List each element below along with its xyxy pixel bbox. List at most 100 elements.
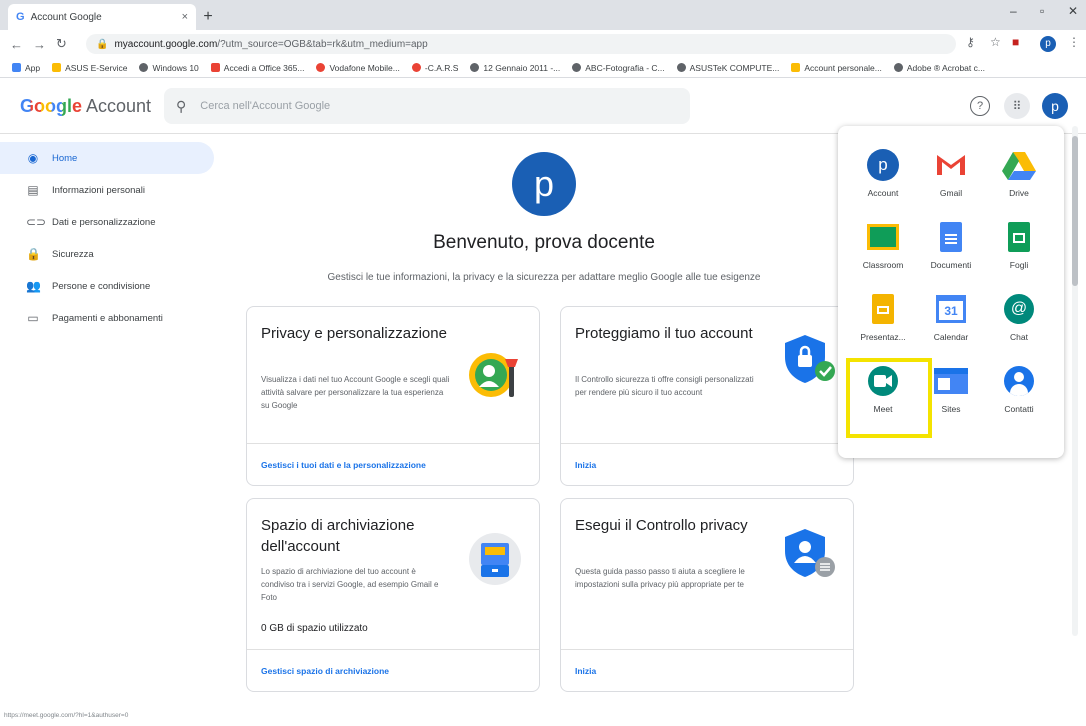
bookmark-item[interactable]: Vodafone Mobile... bbox=[316, 63, 400, 73]
id-card-icon: ▤ bbox=[27, 183, 39, 197]
bookmarks-bar: App ASUS E-Service Windows 10 Accedi a O… bbox=[0, 58, 1086, 78]
url-host: myaccount.google.com bbox=[114, 38, 218, 50]
card-body: Il Controllo sicurezza ti offre consigli… bbox=[575, 375, 754, 397]
app-label: Calendar bbox=[933, 332, 969, 342]
card-storage: Spazio di archiviazione dell'account Lo … bbox=[246, 498, 540, 692]
storage-used: 0 GB di spazio utilizzato bbox=[261, 623, 368, 634]
card-link[interactable]: Inizia bbox=[561, 649, 853, 691]
bookmark-item[interactable]: Windows 10 bbox=[139, 63, 199, 73]
star-icon[interactable]: ☆ bbox=[990, 35, 1001, 49]
sidebar-item-label: Sicurezza bbox=[52, 248, 94, 260]
bookmark-item[interactable]: -C.A.R.S bbox=[411, 63, 458, 73]
bookmark-item[interactable]: Adobe ® Acrobat c... bbox=[893, 63, 985, 73]
sidebar-item-home[interactable]: ◉ Home bbox=[0, 142, 214, 174]
sidebar-item-label: Home bbox=[52, 152, 78, 164]
bookmark-icon bbox=[411, 63, 421, 72]
card-body: Lo spazio di archiviazione del tuo accou… bbox=[261, 567, 439, 602]
close-window-button[interactable]: ✕ bbox=[1068, 4, 1078, 18]
card-body: Questa guida passo passo ti aiuta a sceg… bbox=[575, 567, 745, 589]
sites-icon bbox=[934, 364, 968, 398]
app-chat[interactable]: @ Chat bbox=[984, 284, 1054, 352]
bookmark-item[interactable]: Account personale... bbox=[791, 63, 882, 73]
bookmark-icon bbox=[893, 63, 903, 72]
bookmark-icon bbox=[676, 63, 686, 72]
bookmark-item[interactable]: 12 Gennaio 2011 -... bbox=[470, 63, 560, 73]
contacts-icon bbox=[1002, 364, 1036, 398]
app-account[interactable]: p Account bbox=[848, 140, 918, 208]
card-title: Privacy e personalizzazione bbox=[261, 325, 447, 342]
drive-icon bbox=[1002, 148, 1036, 182]
app-sheets[interactable]: Fogli bbox=[984, 212, 1054, 280]
profile-icon[interactable]: p bbox=[1040, 36, 1056, 52]
bookmark-item[interactable]: ABC-Fotografia - C... bbox=[572, 63, 665, 73]
key-icon[interactable]: ⚷ bbox=[966, 35, 975, 49]
sidebar-item-label: Informazioni personali bbox=[52, 184, 145, 196]
address-bar-row: ← → ↻ 🔒 myaccount.google.com /?utm_sourc… bbox=[0, 30, 1086, 58]
pdf-extension-icon[interactable]: ■ bbox=[1012, 35, 1019, 49]
bookmark-item[interactable]: ASUSTeK COMPUTE... bbox=[676, 63, 779, 73]
browser-tab-bar: G Account Google × + bbox=[0, 0, 1086, 30]
card-link[interactable]: Gestisci i tuoi dati e la personalizzazi… bbox=[247, 443, 539, 485]
app-docs[interactable]: Documenti bbox=[916, 212, 986, 280]
google-favicon-icon: G bbox=[16, 11, 25, 23]
maximize-button[interactable]: ▫ bbox=[1040, 4, 1044, 18]
url-field[interactable]: 🔒 myaccount.google.com /?utm_source=OGB&… bbox=[86, 34, 956, 54]
sidebar-item-data-personalization[interactable]: ⊂⊃ Dati e personalizzazione bbox=[0, 206, 214, 238]
app-calendar[interactable]: 31 Calendar bbox=[916, 284, 986, 352]
scrollbar-thumb[interactable] bbox=[1072, 136, 1078, 286]
shield-icon bbox=[779, 329, 839, 389]
status-bar-url: https://meet.google.com/?hl=1&authuser=0 bbox=[4, 712, 129, 719]
card-body: Visualizza i dati nel tuo Account Google… bbox=[261, 375, 450, 410]
card-link[interactable]: Inizia bbox=[561, 443, 853, 485]
back-icon[interactable]: ← bbox=[10, 37, 23, 52]
sidebar-item-personal-info[interactable]: ▤ Informazioni personali bbox=[0, 174, 214, 206]
calendar-icon: 31 bbox=[934, 292, 968, 326]
card-title: Proteggiamo il tuo account bbox=[575, 325, 753, 342]
minimize-button[interactable]: – bbox=[1010, 4, 1017, 18]
sheets-icon bbox=[1002, 220, 1036, 254]
bookmark-icon bbox=[139, 63, 149, 72]
bookmark-item[interactable]: ASUS E-Service bbox=[52, 63, 127, 73]
google-logo-text: Google bbox=[20, 96, 82, 116]
bookmark-icon bbox=[316, 63, 326, 72]
bookmark-icon bbox=[210, 63, 220, 72]
bookmark-item[interactable]: App bbox=[12, 63, 40, 73]
storage-illustration-icon bbox=[465, 529, 525, 589]
search-input[interactable]: ⚲ Cerca nell'Account Google bbox=[164, 88, 690, 124]
sidebar-nav: ◉ Home ▤ Informazioni personali ⊂⊃ Dati … bbox=[0, 142, 214, 334]
bookmark-icon bbox=[12, 63, 21, 72]
new-tab-button[interactable]: + bbox=[196, 4, 220, 30]
browser-tab[interactable]: G Account Google × bbox=[8, 4, 196, 30]
sidebar-item-payments[interactable]: ▭ Pagamenti e abbonamenti bbox=[0, 302, 214, 334]
app-contacts[interactable]: Contatti bbox=[984, 356, 1054, 424]
sidebar-item-people-sharing[interactable]: 👥 Persone e condivisione bbox=[0, 270, 214, 302]
browser-menu-icon[interactable]: ⋮ bbox=[1068, 35, 1080, 49]
app-label: Sites bbox=[941, 404, 961, 414]
app-label: Chat bbox=[1010, 332, 1028, 342]
avatar[interactable]: p bbox=[1042, 93, 1068, 119]
home-icon: ◉ bbox=[27, 151, 39, 165]
tab-close-button[interactable]: × bbox=[182, 11, 188, 23]
google-account-logo[interactable]: Google Account bbox=[20, 96, 151, 117]
page-scrollbar[interactable] bbox=[1072, 126, 1078, 636]
app-label: Fogli bbox=[1009, 260, 1029, 270]
account-logo-text: Account bbox=[86, 96, 152, 116]
welcome-heading: Benvenuto, prova docente bbox=[433, 232, 655, 253]
app-label: Presentaz... bbox=[860, 332, 906, 342]
app-slides[interactable]: Presentaz... bbox=[848, 284, 918, 352]
app-drive[interactable]: Drive bbox=[984, 140, 1054, 208]
people-icon: 👥 bbox=[26, 279, 41, 293]
app-label: Drive bbox=[1009, 188, 1029, 198]
forward-icon[interactable]: → bbox=[33, 37, 46, 52]
sidebar-item-label: Pagamenti e abbonamenti bbox=[52, 312, 163, 324]
app-classroom[interactable]: Classroom bbox=[848, 212, 918, 280]
gmail-icon bbox=[934, 148, 968, 182]
help-icon[interactable]: ? bbox=[970, 96, 990, 116]
app-gmail[interactable]: Gmail bbox=[916, 140, 986, 208]
apps-grid-icon[interactable]: ⠿ bbox=[1004, 93, 1030, 119]
reload-icon[interactable]: ↻ bbox=[56, 36, 67, 52]
app-label: Classroom bbox=[862, 260, 904, 270]
card-link[interactable]: Gestisci spazio di archiviazione bbox=[247, 649, 539, 691]
bookmark-item[interactable]: Accedi a Office 365... bbox=[210, 63, 304, 73]
sidebar-item-security[interactable]: 🔒 Sicurezza bbox=[0, 238, 214, 270]
